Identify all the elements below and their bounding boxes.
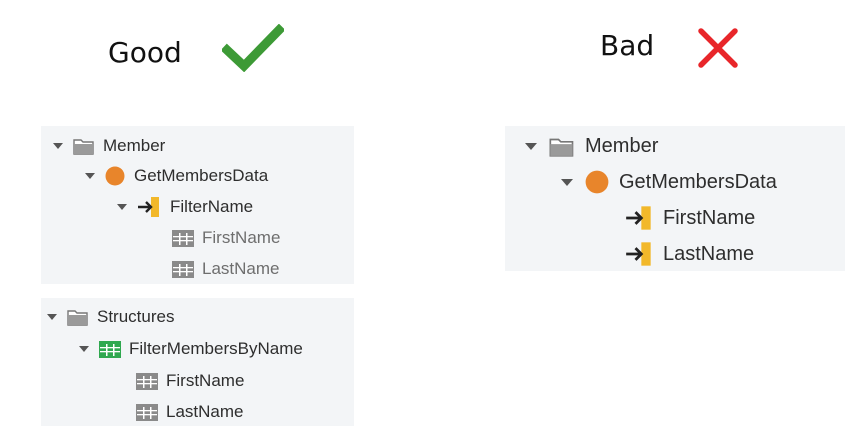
tree-node-filtermembersbyname[interactable]: FilterMembersByName	[79, 337, 303, 361]
tree-node-label: FilterName	[170, 197, 254, 216]
tree-node-label: LastName	[663, 242, 755, 265]
tree-node-label: Member	[103, 136, 166, 155]
bad-tree-panel-member: Member GetMembersData FirstName LastName	[505, 126, 845, 271]
caret-down-icon[interactable]	[561, 178, 573, 186]
tree-node-member[interactable]: Member	[53, 134, 165, 158]
bad-heading: Bad	[600, 29, 655, 62]
structure-attribute-icon	[172, 229, 194, 247]
input-parameter-icon	[625, 206, 653, 230]
tree-node-label: GetMembersData	[619, 170, 777, 193]
checkmark-icon	[222, 24, 284, 72]
tree-node-firstname[interactable]: FirstName	[625, 204, 755, 232]
structure-attribute-icon	[136, 403, 158, 421]
structure-icon	[99, 340, 121, 358]
good-heading: Good	[108, 36, 182, 69]
tree-node-firstname[interactable]: FirstName	[172, 226, 280, 250]
tree-node-label: FilterMembersByName	[129, 339, 303, 358]
caret-down-icon[interactable]	[117, 204, 127, 210]
orange-circle-icon	[585, 170, 609, 194]
tree-node-label: FirstName	[166, 371, 245, 390]
caret-down-icon[interactable]	[79, 346, 89, 352]
structure-attribute-icon	[136, 372, 158, 390]
tree-node-label: FirstName	[663, 206, 756, 229]
tree-node-member[interactable]: Member	[525, 132, 658, 160]
tree-node-label: Structures	[97, 307, 175, 326]
tree-node-firstname[interactable]: FirstName	[136, 369, 244, 393]
input-parameter-icon	[625, 242, 653, 266]
caret-down-icon[interactable]	[525, 142, 537, 150]
structure-attribute-icon	[172, 260, 194, 278]
input-parameter-icon	[137, 197, 161, 217]
tree-node-label: LastName	[202, 259, 280, 278]
tree-node-label: GetMembersData	[134, 166, 269, 185]
folder-icon	[73, 137, 95, 155]
good-tree-panel-member: Member GetMembersData FilterName FirstNa…	[41, 126, 354, 284]
tree-node-structures[interactable]: Structures	[47, 305, 174, 329]
tree-node-lastname[interactable]: LastName	[172, 257, 279, 281]
caret-down-icon[interactable]	[53, 143, 63, 149]
caret-down-icon[interactable]	[85, 173, 95, 179]
folder-icon	[549, 136, 575, 157]
orange-circle-icon	[105, 166, 125, 186]
tree-node-lastname[interactable]: LastName	[625, 240, 754, 268]
tree-node-label: Member	[585, 134, 659, 157]
good-tree-panel-structures: Structures FilterMembersByName FirstName…	[41, 298, 354, 426]
tree-node-filtername[interactable]: FilterName	[117, 195, 253, 219]
tree-node-lastname[interactable]: LastName	[136, 400, 243, 424]
tree-node-label: FirstName	[202, 228, 281, 247]
tree-node-label: LastName	[166, 402, 244, 421]
cross-icon	[698, 28, 738, 68]
folder-icon	[67, 308, 89, 326]
tree-node-getmembersdata[interactable]: GetMembersData	[85, 164, 268, 188]
caret-down-icon[interactable]	[47, 314, 57, 320]
tree-node-getmembersdata[interactable]: GetMembersData	[561, 168, 777, 196]
